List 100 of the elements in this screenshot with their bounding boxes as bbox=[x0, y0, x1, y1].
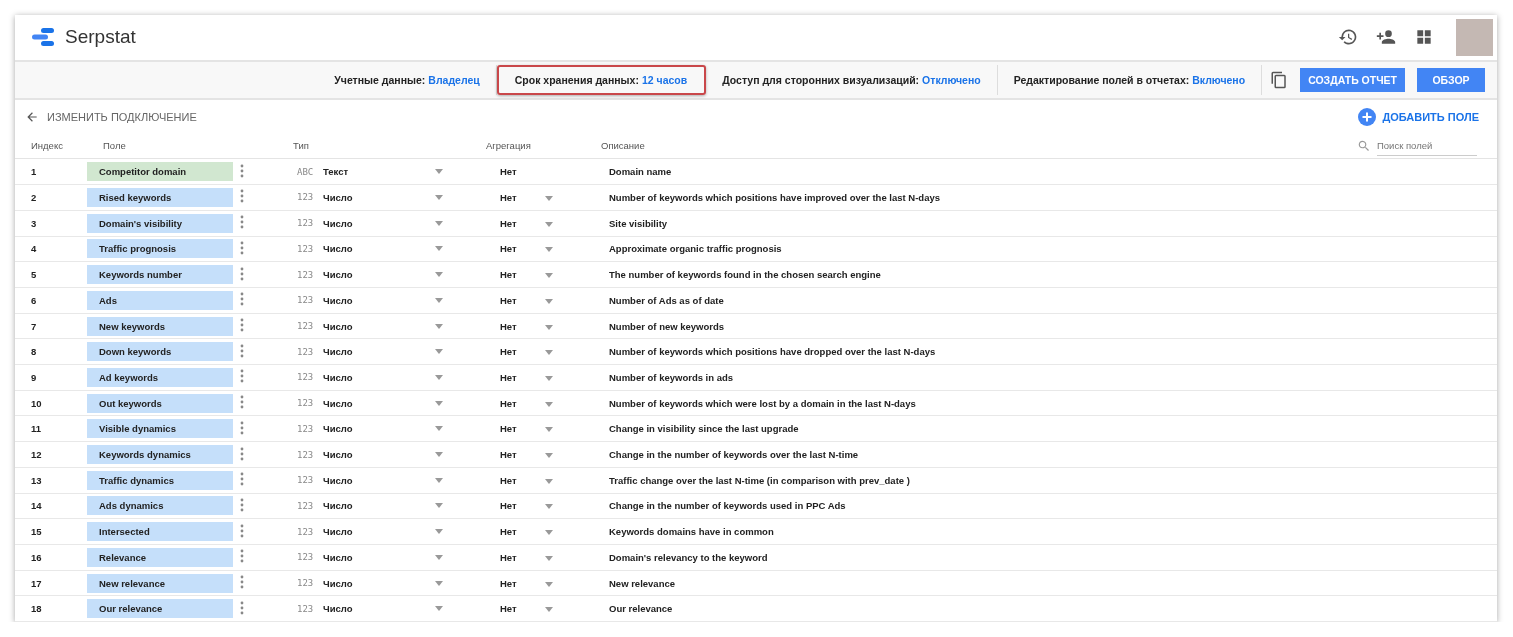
field-chip[interactable]: Traffic dynamics bbox=[87, 470, 233, 490]
overview-button[interactable]: ОБЗОР bbox=[1417, 67, 1485, 92]
caret-icon[interactable] bbox=[545, 298, 553, 304]
type-cell[interactable]: Число bbox=[323, 449, 353, 460]
type-cell[interactable]: Число bbox=[323, 474, 353, 486]
more-icon[interactable] bbox=[240, 395, 244, 410]
aggregation-cell[interactable]: Нет bbox=[500, 269, 517, 281]
field-chip[interactable]: Ads dynamics bbox=[87, 496, 233, 516]
caret-icon[interactable] bbox=[545, 324, 553, 330]
caret-icon[interactable] bbox=[435, 323, 443, 329]
aggregation-cell[interactable]: Нет bbox=[500, 192, 517, 203]
aggregation-cell[interactable]: Нет bbox=[500, 320, 517, 332]
caret-icon[interactable] bbox=[435, 452, 443, 457]
caret-icon[interactable] bbox=[435, 220, 443, 226]
more-icon[interactable] bbox=[240, 575, 244, 590]
caret-icon[interactable] bbox=[435, 426, 443, 432]
change-connection-link[interactable]: ИЗМЕНИТЬ ПОДКЛЮЧЕНИЕ bbox=[25, 109, 197, 124]
caret-icon[interactable] bbox=[545, 375, 553, 381]
aggregation-cell[interactable]: Нет bbox=[500, 217, 517, 229]
more-icon[interactable] bbox=[240, 343, 244, 358]
more-icon[interactable] bbox=[240, 600, 244, 615]
caret-icon[interactable] bbox=[435, 503, 443, 509]
caret-icon[interactable] bbox=[545, 504, 553, 510]
setting-item[interactable]: Редактирование полей в отчетах: Включено bbox=[997, 64, 1263, 95]
more-icon[interactable] bbox=[240, 549, 244, 564]
setting-item[interactable]: Учетные данные: Владелец bbox=[318, 64, 497, 95]
field-chip[interactable]: Competitor domain bbox=[87, 162, 233, 182]
caret-icon[interactable] bbox=[435, 246, 443, 252]
caret-icon[interactable] bbox=[545, 581, 553, 587]
caret-icon[interactable] bbox=[435, 195, 443, 200]
caret-icon[interactable] bbox=[545, 478, 553, 484]
more-icon[interactable] bbox=[240, 266, 244, 281]
caret-icon[interactable] bbox=[435, 580, 443, 586]
type-cell[interactable]: Число bbox=[323, 423, 353, 435]
setting-item[interactable]: Доступ для сторонних визуализаций: Отключено bbox=[706, 64, 998, 95]
more-icon[interactable] bbox=[240, 189, 244, 204]
type-cell[interactable]: Число bbox=[323, 269, 353, 281]
aggregation-cell[interactable]: Нет bbox=[500, 243, 517, 255]
field-chip[interactable]: Domain's visibility bbox=[87, 213, 233, 233]
caret-icon[interactable] bbox=[435, 529, 443, 535]
type-cell[interactable]: Число bbox=[323, 320, 353, 332]
aggregation-cell[interactable]: Нет bbox=[500, 551, 517, 563]
more-icon[interactable] bbox=[240, 446, 244, 461]
caret-icon[interactable] bbox=[545, 555, 553, 561]
copy-icon[interactable] bbox=[1270, 69, 1289, 90]
type-cell[interactable]: Число bbox=[323, 294, 353, 306]
more-icon[interactable] bbox=[240, 497, 244, 512]
aggregation-cell[interactable]: Нет bbox=[500, 294, 517, 306]
more-icon[interactable] bbox=[240, 318, 244, 332]
plus-circle-icon[interactable] bbox=[1358, 107, 1377, 126]
field-chip[interactable]: New keywords bbox=[87, 316, 233, 336]
field-chip[interactable]: Out keywords bbox=[87, 393, 233, 413]
aggregation-cell[interactable]: Нет bbox=[500, 166, 517, 178]
caret-icon[interactable] bbox=[435, 349, 443, 355]
aggregation-cell[interactable]: Нет bbox=[500, 500, 517, 512]
field-chip[interactable]: Ads bbox=[87, 290, 233, 310]
caret-icon[interactable] bbox=[545, 401, 553, 407]
field-chip[interactable]: Keywords number bbox=[87, 265, 233, 285]
field-chip[interactable]: Down keywords bbox=[87, 342, 233, 362]
aggregation-cell[interactable]: Нет bbox=[500, 449, 517, 460]
caret-icon[interactable] bbox=[545, 530, 553, 536]
type-cell[interactable]: Число bbox=[323, 603, 353, 615]
field-chip[interactable]: Visible dynamics bbox=[87, 419, 233, 439]
avatar[interactable] bbox=[1456, 18, 1493, 56]
type-cell[interactable]: Число bbox=[323, 243, 353, 255]
type-cell[interactable]: Число bbox=[323, 192, 353, 203]
field-chip[interactable]: Our relevance bbox=[87, 599, 233, 619]
type-cell[interactable]: Число bbox=[323, 551, 353, 563]
field-chip[interactable]: New relevance bbox=[87, 573, 233, 593]
aggregation-cell[interactable]: Нет bbox=[500, 577, 517, 589]
aggregation-cell[interactable]: Нет bbox=[500, 474, 517, 486]
caret-icon[interactable] bbox=[435, 272, 443, 278]
more-icon[interactable] bbox=[240, 163, 244, 178]
caret-icon[interactable] bbox=[545, 273, 553, 279]
more-icon[interactable] bbox=[240, 292, 244, 307]
create-report-button[interactable]: СОЗДАТЬ ОТЧЕТ bbox=[1300, 67, 1405, 92]
aggregation-cell[interactable]: Нет bbox=[500, 603, 517, 615]
field-chip[interactable]: Relevance bbox=[87, 547, 233, 567]
more-icon[interactable] bbox=[240, 420, 244, 435]
field-chip[interactable]: Rised keywords bbox=[87, 188, 233, 207]
caret-icon[interactable] bbox=[545, 453, 553, 458]
aggregation-cell[interactable]: Нет bbox=[500, 346, 517, 358]
aggregation-cell[interactable]: Нет bbox=[500, 371, 517, 383]
aggregation-cell[interactable]: Нет bbox=[500, 526, 517, 538]
more-icon[interactable] bbox=[240, 240, 244, 255]
type-cell[interactable]: Число bbox=[323, 526, 353, 538]
type-cell[interactable]: Число bbox=[323, 577, 353, 589]
type-cell[interactable]: Число bbox=[323, 397, 353, 409]
caret-icon[interactable] bbox=[435, 606, 443, 612]
aggregation-cell[interactable]: Нет bbox=[500, 397, 517, 409]
caret-icon[interactable] bbox=[545, 196, 553, 201]
field-chip[interactable]: Traffic prognosis bbox=[87, 239, 233, 259]
caret-icon[interactable] bbox=[435, 169, 443, 175]
type-cell[interactable]: Число bbox=[323, 371, 353, 383]
more-icon[interactable] bbox=[240, 472, 244, 487]
field-chip[interactable]: Ad keywords bbox=[87, 367, 233, 387]
search-field[interactable]: Поиск полей bbox=[1377, 135, 1477, 157]
caret-icon[interactable] bbox=[435, 477, 443, 483]
more-icon[interactable] bbox=[240, 523, 244, 538]
add-field-link[interactable]: ДОБАВИТЬ ПОЛЕ bbox=[1358, 107, 1479, 126]
